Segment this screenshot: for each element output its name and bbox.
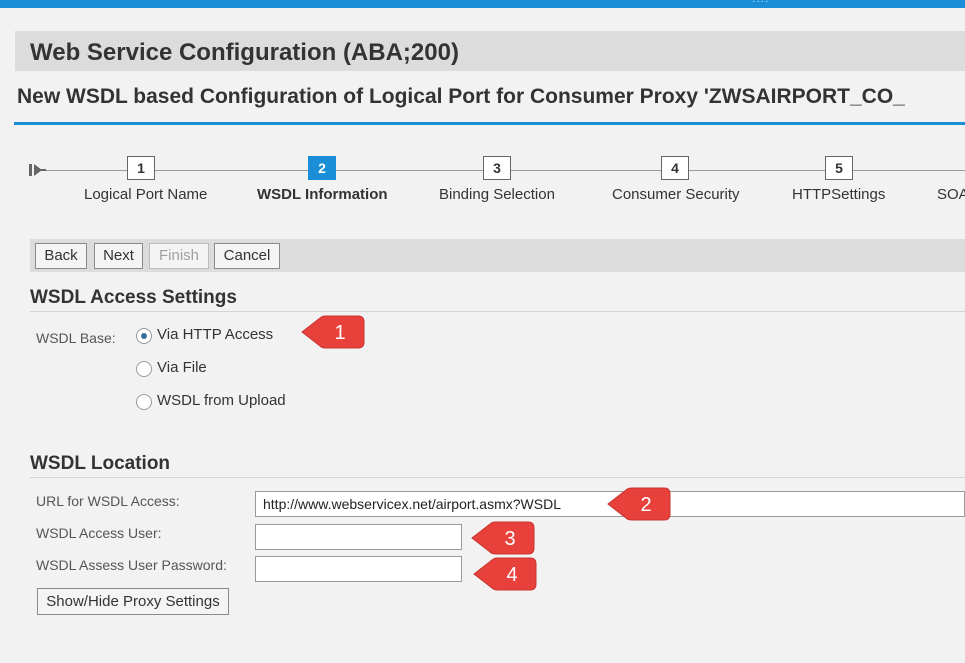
section-divider [30,477,965,478]
roadmap-step-2-label[interactable]: WSDL Information [257,186,388,203]
roadmap-step-5-number[interactable]: 5 [825,156,853,180]
annotation-badge-4: 4 [472,554,538,594]
via-file-radio[interactable] [136,361,152,377]
wsdl-from-upload-label[interactable]: WSDL from Upload [157,392,286,409]
wsdl-from-upload-radio[interactable] [136,394,152,410]
cancel-button[interactable]: Cancel [214,243,280,269]
wsdl-location-title: WSDL Location [30,453,171,474]
next-button[interactable]: Next [94,243,143,269]
via-http-access-radio[interactable] [136,328,152,344]
annotation-badge-1: 1 [300,312,366,352]
roadmap-step-4-label[interactable]: Consumer Security [612,186,740,203]
roadmap-start-icon [28,163,46,177]
wsdl-base-label: WSDL Base: [36,330,116,346]
finish-button: Finish [149,243,209,269]
roadmap-step-1-label[interactable]: Logical Port Name [84,186,207,203]
access-password-input[interactable] [255,556,462,582]
app-title-bar: Web Service Configuration (ABA;200) [15,31,965,71]
badge-4-text: 4 [506,564,517,586]
roadmap-step-2-number[interactable]: 2 [308,156,336,180]
badge-3-text: 3 [504,528,515,550]
subtitle-underline [14,122,965,125]
url-label: URL for WSDL Access: [36,493,180,509]
roadmap-step-1-number[interactable]: 1 [127,156,155,180]
show-hide-proxy-button[interactable]: Show/Hide Proxy Settings [37,588,229,615]
badge-1-text: 1 [334,322,345,344]
annotation-badge-2: 2 [606,484,672,524]
roadmap-step-6-label[interactable]: SOA [937,186,965,203]
wsdl-access-settings-title: WSDL Access Settings [30,287,237,308]
roadmap-step-3-label[interactable]: Binding Selection [439,186,555,203]
top-accent-bar: ···· [0,0,965,8]
roadmap-step-3-number[interactable]: 3 [483,156,511,180]
roadmap-step-4-number[interactable]: 4 [661,156,689,180]
roadmap-step-5-label[interactable]: HTTPSettings [792,186,885,203]
page-subtitle: New WSDL based Configuration of Logical … [17,85,905,108]
section-divider [30,311,965,312]
access-password-label: WSDL Assess User Password: [36,557,227,573]
access-user-input[interactable] [255,524,462,550]
access-user-label: WSDL Access User: [36,525,162,541]
back-button[interactable]: Back [35,243,87,269]
app-title: Web Service Configuration (ABA;200) [30,39,459,66]
via-file-label[interactable]: Via File [157,359,207,376]
drag-handle-icon[interactable]: ···· [752,0,769,7]
annotation-badge-3: 3 [470,518,536,558]
via-http-access-label[interactable]: Via HTTP Access [157,326,273,343]
badge-2-text: 2 [640,494,651,516]
